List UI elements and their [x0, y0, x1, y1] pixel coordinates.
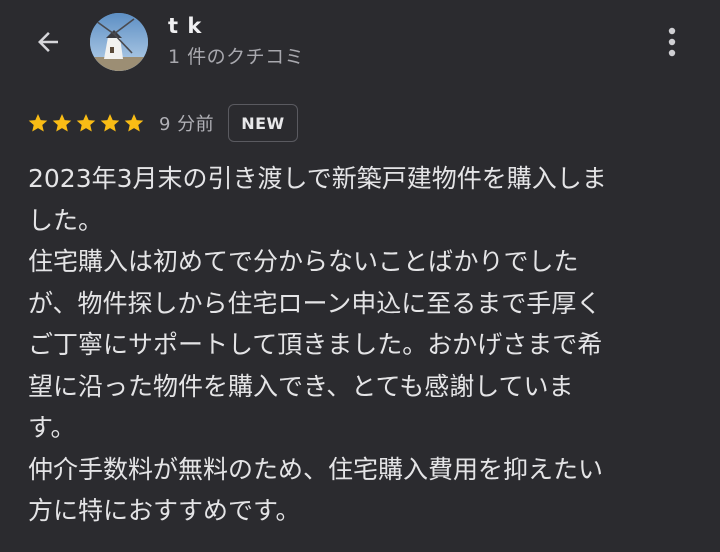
more-options-button[interactable] [652, 20, 692, 64]
arrow-back-icon [38, 32, 58, 52]
star-rating [27, 112, 145, 134]
star-icon [124, 114, 144, 132]
rating-row: 9 分前 NEW [27, 104, 298, 142]
star-icon [76, 114, 96, 132]
more-vert-icon [668, 27, 676, 57]
new-badge: NEW [228, 104, 298, 142]
user-name[interactable]: t k [168, 14, 202, 38]
review-text: 2023年3月末の引き渡しで新築戸建物件を購入しま した。 住宅購入は初めてで分… [28, 164, 607, 525]
avatar[interactable] [90, 13, 148, 71]
back-button[interactable] [28, 22, 68, 62]
review-count[interactable]: 1 件のクチコミ [168, 42, 304, 69]
review-time: 9 分前 [159, 114, 215, 135]
star-icon [28, 114, 48, 132]
star-icon [52, 114, 72, 132]
profile-photo-windmill [90, 13, 148, 71]
star-icon [100, 114, 120, 132]
